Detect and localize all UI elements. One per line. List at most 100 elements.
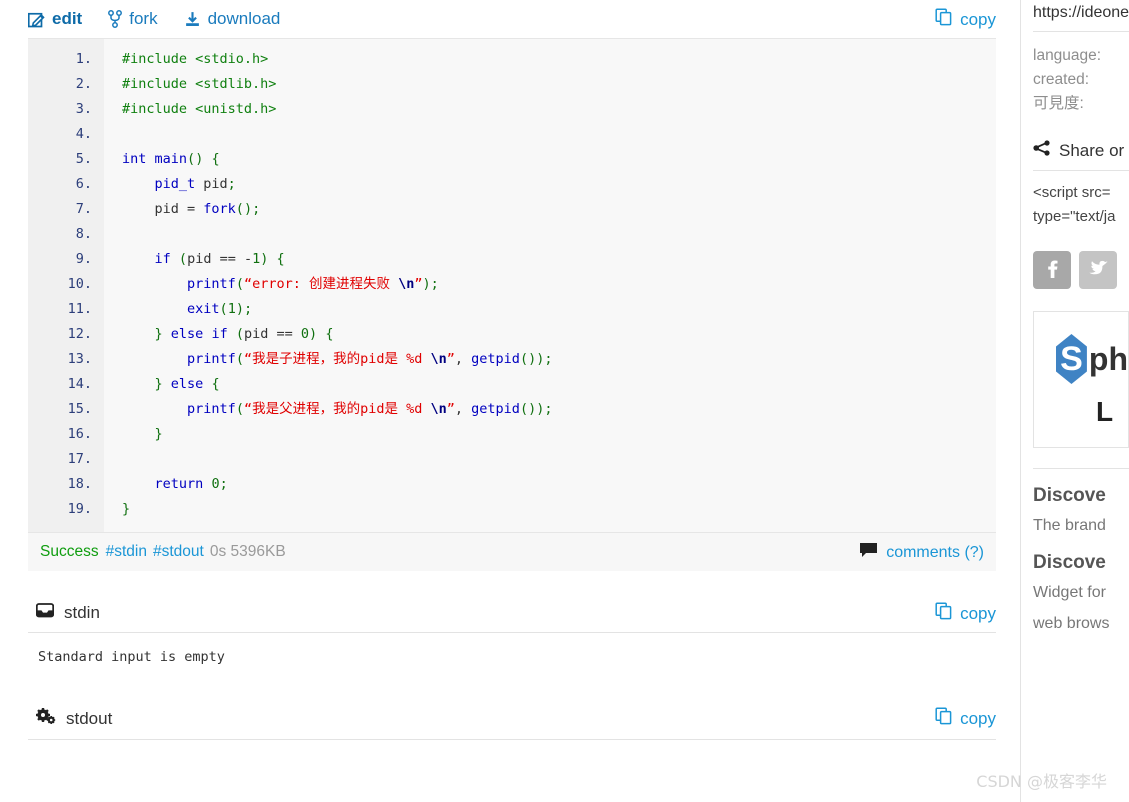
code-line: #include <unistd.h> (122, 101, 277, 117)
edit-label: edit (52, 9, 83, 28)
code-line: pid_t pid; (154, 176, 236, 192)
meta-visibility: 可見度: (1033, 95, 1084, 112)
status-meta: 0s 5396KB (209, 543, 286, 560)
line-number: 5. (75, 151, 92, 167)
download-icon (184, 11, 201, 28)
download-button[interactable]: download (184, 9, 281, 29)
line-number-gutter: 1. 2. 3. 4. 5. 6. 7. 8. 9. 10. 11. 12. 1… (28, 39, 104, 532)
cogs-icon (36, 708, 56, 730)
source-code[interactable]: #include <stdio.h> #include <stdlib.h> #in… (104, 39, 996, 532)
promo-title[interactable]: Discove (1033, 552, 1129, 574)
code-line: printf(“我是父进程，我的pid是 %d \n”, getpid()); (187, 401, 553, 417)
line-number: 9. (75, 251, 92, 267)
edit-button[interactable]: edit (28, 9, 82, 29)
code-line: #include <stdio.h> (122, 51, 269, 67)
promo-desc: The brand (1033, 517, 1106, 534)
share-header: Share or (1033, 140, 1129, 161)
copy-icon (935, 707, 953, 730)
facebook-share-button[interactable] (1033, 251, 1071, 289)
promo-section: Discove The brand Discove Widget for web… (1033, 468, 1129, 636)
promo-desc: Widget for (1033, 584, 1106, 601)
line-number: 14. (67, 376, 92, 392)
code-toolbar: edit fork download copy (28, 0, 996, 38)
sphere-engine-card[interactable]: S ph L (1033, 311, 1129, 448)
twitter-share-button[interactable] (1079, 251, 1117, 289)
copy-icon (935, 8, 953, 31)
code-line: return 0; (154, 476, 228, 492)
promo-title[interactable]: Discove (1033, 485, 1129, 507)
right-sidebar: https://ideone language: created: 可見度: S… (1020, 0, 1129, 802)
copy-icon (935, 602, 953, 625)
line-number: 4. (75, 126, 92, 142)
code-line: int main() { (122, 151, 220, 167)
sphere-subtitle: L (1096, 396, 1114, 427)
sphere-name: ph (1088, 340, 1128, 377)
promo-desc: web brows (1033, 615, 1110, 632)
code-block[interactable]: 1. 2. 3. 4. 5. 6. 7. 8. 9. 10. 11. 12. 1… (28, 38, 996, 533)
line-number: 17. (67, 451, 92, 467)
code-line: exit(1); (187, 301, 253, 317)
code-line: printf(“我是子进程，我的pid是 %d \n”, getpid()); (187, 351, 553, 367)
download-label: download (207, 9, 281, 28)
facebook-icon (1042, 258, 1062, 283)
comment-bubble-icon (859, 542, 878, 563)
fork-icon (108, 10, 123, 28)
line-number: 15. (67, 401, 92, 417)
status-result: Success (40, 543, 99, 560)
code-line: } else if (pid == 0) { (154, 326, 334, 342)
stdin-anchor-link[interactable]: #stdin (106, 543, 147, 561)
line-number: 6. (75, 176, 92, 192)
sphere-logo: S ph (1056, 334, 1128, 384)
fork-label: fork (129, 9, 158, 28)
code-line: } (122, 501, 131, 517)
line-number: 10. (67, 276, 92, 292)
code-line: #include <stdlib.h> (122, 76, 277, 92)
stdin-content: Standard input is empty (38, 649, 225, 665)
fork-button[interactable]: fork (108, 9, 158, 29)
embed-code[interactable]: <script src= type="text/ja (1033, 170, 1129, 229)
divider (1033, 31, 1129, 32)
line-number: 18. (67, 476, 92, 492)
execution-status-bar: Success #stdin #stdout 0s 5396KB comment… (28, 533, 996, 571)
line-number: 11. (67, 301, 92, 317)
comments-button[interactable]: comments (?) (859, 542, 984, 563)
share-label: Share or (1059, 140, 1125, 160)
paste-url[interactable]: https://ideone (1033, 0, 1129, 22)
code-line: } (154, 426, 163, 442)
share-icon (1033, 140, 1051, 161)
copy-stdin-button[interactable]: copy (935, 602, 996, 625)
code-line: } else { (154, 376, 220, 392)
csdn-watermark: CSDN @极客李华 (976, 772, 1107, 791)
line-number: 7. (75, 201, 92, 217)
line-number: 19. (67, 501, 92, 517)
social-buttons (1033, 251, 1129, 289)
stdout-content: 我是父进程，我的pid是 3173 我是子进程，我的pid是 3213 (28, 740, 996, 802)
comments-label: comments (?) (886, 543, 984, 561)
line-number: 2. (75, 76, 92, 92)
line-number: 3. (75, 101, 92, 117)
line-number: 13. (67, 351, 92, 367)
embed-line: <script src= (1033, 184, 1111, 201)
meta-created: created: (1033, 71, 1090, 88)
copy-code-label: copy (960, 9, 996, 29)
meta-language: language: (1033, 47, 1102, 64)
line-number: 1. (75, 51, 92, 67)
stdout-anchor-link[interactable]: #stdout (153, 543, 204, 561)
copy-code-button[interactable]: copy (935, 8, 996, 31)
embed-line: type="text/ja (1033, 208, 1116, 225)
code-line: pid = fork(); (122, 201, 261, 217)
copy-stdout-button[interactable]: copy (935, 707, 996, 730)
main-column: edit fork download copy 1. 2. 3. 4. 5. 6… (28, 0, 996, 802)
line-number: 8. (75, 226, 92, 242)
sphere-hex-icon: S (1056, 334, 1087, 384)
copy-stdout-label: copy (960, 708, 996, 728)
page-root: edit fork download copy 1. 2. 3. 4. 5. 6… (0, 0, 1129, 802)
copy-stdin-label: copy (960, 603, 996, 623)
stdout-title: stdout (66, 709, 113, 728)
